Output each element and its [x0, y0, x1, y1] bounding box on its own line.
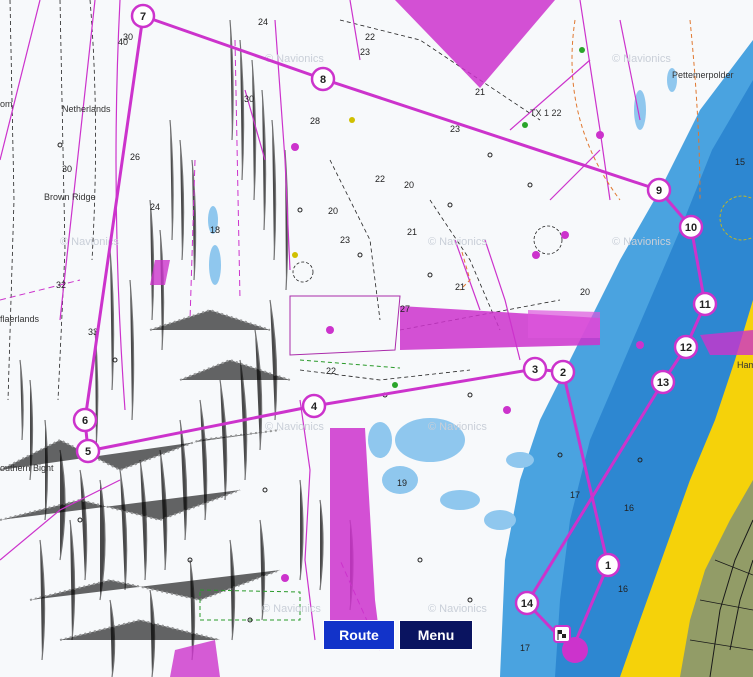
svg-text:© Navionics: © Navionics — [262, 603, 321, 615]
svg-text:27: 27 — [400, 304, 410, 314]
svg-text:32: 32 — [56, 280, 66, 290]
waypoint-12[interactable]: 12 — [673, 334, 699, 360]
svg-text:17: 17 — [570, 490, 580, 500]
svg-text:22: 22 — [375, 174, 385, 184]
waypoint-1[interactable]: 1 — [595, 552, 621, 578]
svg-text:18: 18 — [210, 225, 220, 235]
svg-text:1: 1 — [605, 560, 611, 572]
svg-text:24: 24 — [258, 17, 268, 27]
svg-text:© Navionics: © Navionics — [428, 421, 487, 433]
svg-text:19: 19 — [397, 478, 407, 488]
waypoint-8[interactable]: 8 — [310, 66, 336, 92]
waypoint-10[interactable]: 10 — [678, 214, 704, 240]
svg-text:30: 30 — [62, 164, 72, 174]
svg-text:40: 40 — [118, 37, 128, 47]
svg-text:© Navionics: © Navionics — [612, 236, 671, 248]
waypoint-5[interactable]: 5 — [75, 438, 101, 464]
svg-text:21: 21 — [475, 87, 485, 97]
svg-text:12: 12 — [680, 342, 692, 354]
svg-text:23: 23 — [360, 47, 370, 57]
place-ham: Ham — [737, 360, 753, 370]
svg-text:23: 23 — [340, 235, 350, 245]
svg-text:3: 3 — [532, 364, 538, 376]
svg-text:11: 11 — [699, 299, 711, 311]
waypoint-14[interactable]: 14 — [514, 590, 540, 616]
waypoint-2[interactable]: 2 — [550, 359, 576, 385]
svg-text:6: 6 — [82, 415, 88, 427]
svg-text:26: 26 — [130, 152, 140, 162]
svg-text:© Navionics: © Navionics — [265, 421, 324, 433]
svg-text:9: 9 — [656, 185, 662, 197]
place-brown-ridge: Brown Ridge — [44, 192, 96, 202]
waypoint-6[interactable]: 6 — [72, 407, 98, 433]
svg-text:15: 15 — [735, 157, 745, 167]
place-om: om — [0, 99, 13, 109]
svg-text:22: 22 — [326, 366, 336, 376]
svg-text:20: 20 — [404, 180, 414, 190]
svg-text:10: 10 — [685, 222, 697, 234]
place-petten: Pettemerpolder — [672, 70, 734, 80]
svg-text:14: 14 — [521, 598, 534, 610]
svg-text:17: 17 — [520, 643, 530, 653]
svg-text:30: 30 — [244, 94, 254, 104]
place-southern-bight: outhern Bight — [0, 463, 54, 473]
svg-text:© Navionics: © Navionics — [428, 236, 487, 248]
waypoint-3[interactable]: 3 — [522, 356, 548, 382]
waypoint-13[interactable]: 13 — [650, 369, 676, 395]
svg-text:16: 16 — [618, 584, 628, 594]
route-button[interactable]: Route — [323, 620, 395, 650]
svg-text:7: 7 — [140, 11, 146, 23]
place-netherlands: Netherlands — [62, 104, 111, 114]
svg-text:5: 5 — [85, 446, 91, 458]
place-tx: TX 1 22 — [530, 108, 562, 118]
svg-text:24: 24 — [150, 202, 160, 212]
svg-text:21: 21 — [407, 227, 417, 237]
svg-text:23: 23 — [450, 124, 460, 134]
waypoint-4[interactable]: 4 — [301, 393, 327, 419]
svg-text:20: 20 — [580, 287, 590, 297]
svg-text:22: 22 — [365, 32, 375, 42]
nautical-chart[interactable]: 24 22 23 21 23 20 30 26 24 22 18 30 28 2… — [0, 0, 753, 677]
waypoint-9[interactable]: 9 — [646, 177, 672, 203]
place-flaerlands: flaerlands — [0, 314, 40, 324]
waypoint-7[interactable]: 7 — [130, 3, 156, 29]
svg-text:8: 8 — [320, 74, 326, 86]
svg-text:© Navionics: © Navionics — [428, 603, 487, 615]
svg-text:4: 4 — [311, 401, 318, 413]
menu-button[interactable]: Menu — [399, 620, 473, 650]
svg-text:16: 16 — [624, 503, 634, 513]
svg-text:21: 21 — [455, 282, 465, 292]
waypoint-11[interactable]: 11 — [692, 291, 718, 317]
svg-text:13: 13 — [657, 377, 669, 389]
svg-text:© Navionics: © Navionics — [612, 53, 671, 65]
svg-text:28: 28 — [310, 116, 320, 126]
svg-text:20: 20 — [328, 206, 338, 216]
svg-text:2: 2 — [560, 367, 566, 379]
